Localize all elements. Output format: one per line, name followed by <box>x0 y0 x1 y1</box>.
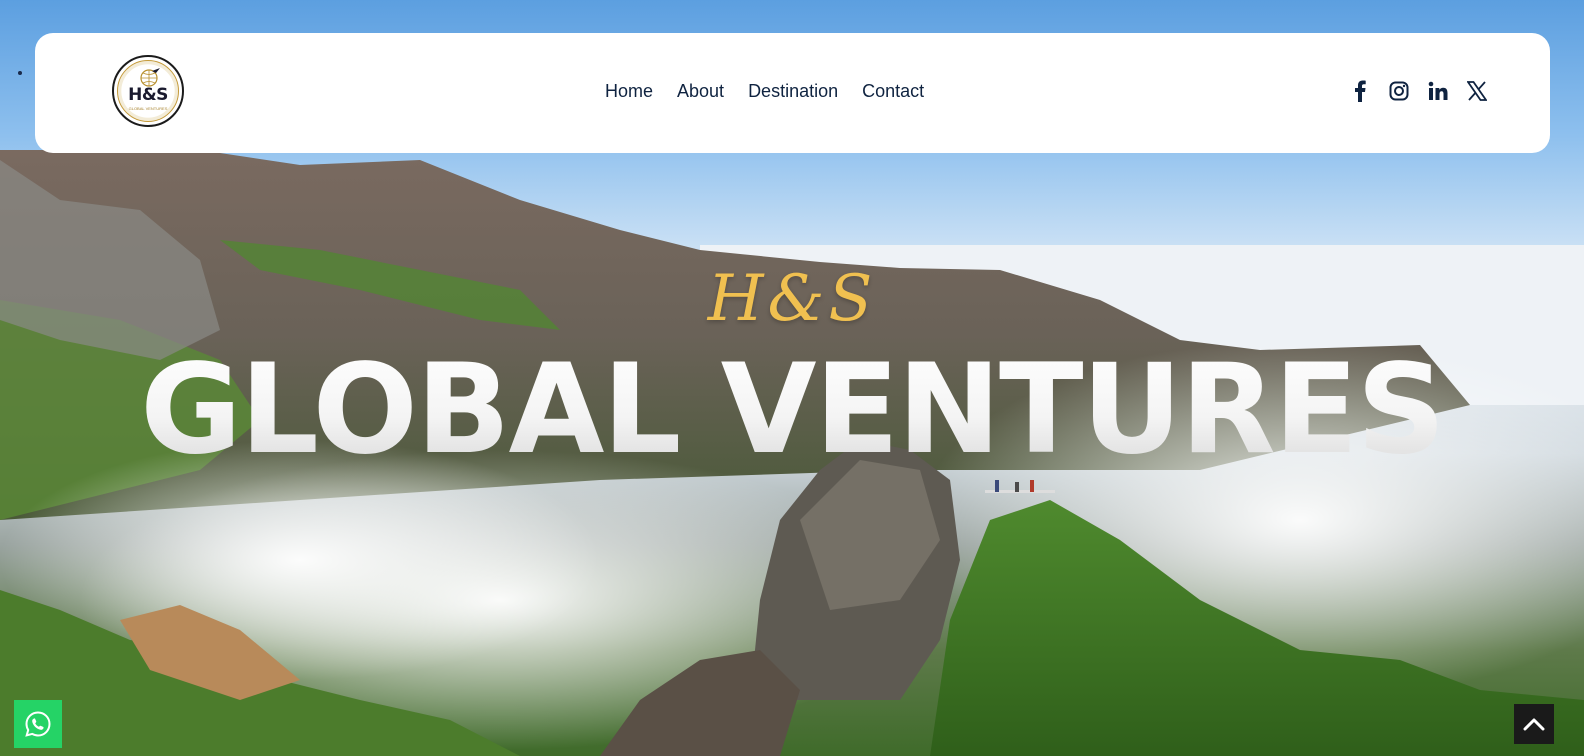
brand-logo[interactable]: H&S GLOBAL VENTURES <box>112 55 184 127</box>
social-links <box>1349 79 1488 103</box>
whatsapp-icon <box>25 711 51 737</box>
globe-plane-icon <box>140 68 160 87</box>
nav-link-home[interactable]: Home <box>605 81 653 102</box>
back-to-top-button[interactable] <box>1514 704 1554 744</box>
nav-link-contact[interactable]: Contact <box>862 81 924 102</box>
linkedin-icon[interactable] <box>1427 79 1449 103</box>
x-twitter-icon[interactable] <box>1466 79 1488 103</box>
hero-script-title: H&S <box>707 262 877 336</box>
header-navbar: H&S GLOBAL VENTURES Home About Destinati… <box>35 33 1550 153</box>
facebook-icon[interactable] <box>1349 79 1371 103</box>
nav-link-about[interactable]: About <box>677 81 724 102</box>
nav-link-destination[interactable]: Destination <box>748 81 838 102</box>
stray-bullet <box>18 71 22 75</box>
hero-title: GLOBAL VENTURES <box>0 340 1584 480</box>
main-nav: Home About Destination Contact <box>605 81 924 102</box>
whatsapp-button[interactable] <box>14 700 62 748</box>
instagram-icon[interactable] <box>1388 79 1410 103</box>
chevron-up-icon <box>1523 718 1545 731</box>
